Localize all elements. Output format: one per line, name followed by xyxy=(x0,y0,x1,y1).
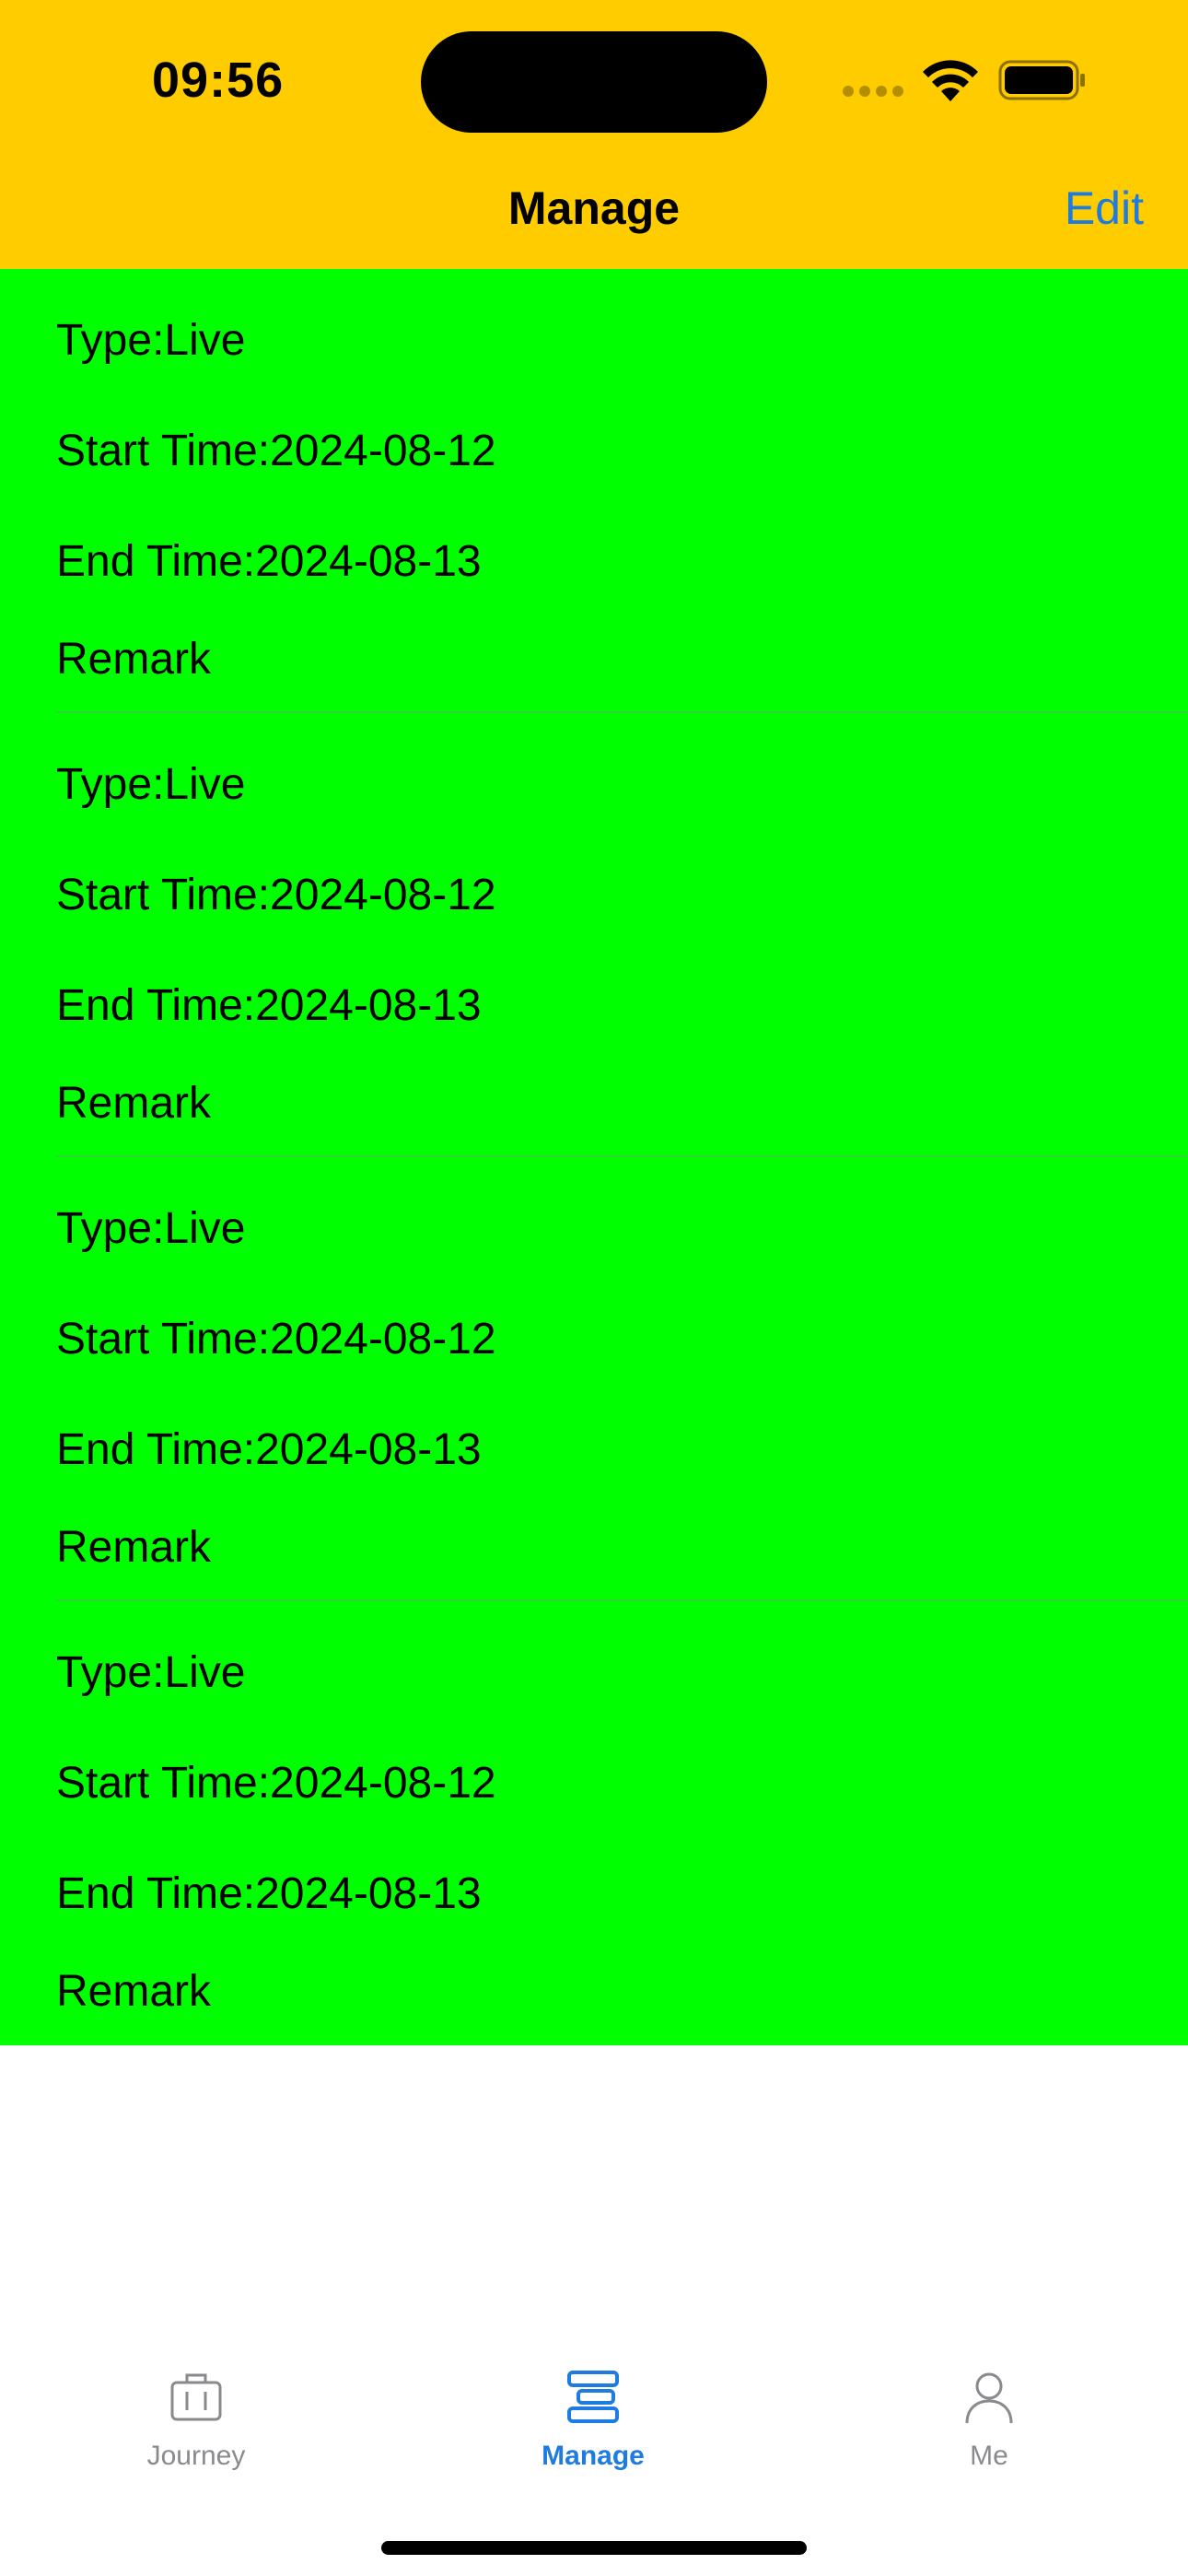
tab-bar: Journey Manage Me xyxy=(0,2331,1188,2576)
item-remark: Remark xyxy=(56,1523,212,1572)
tab-label-journey: Journey xyxy=(146,2441,246,2471)
item-type: Type:Live xyxy=(56,316,246,365)
battery-icon xyxy=(998,60,1085,100)
list-item[interactable]: Type:Live Start Time:2024-08-12 End Time… xyxy=(0,1157,1188,1601)
item-remark: Remark xyxy=(56,1967,212,2016)
item-remark: Remark xyxy=(56,1079,212,1128)
item-start-time: Start Time:2024-08-12 xyxy=(56,1759,496,1808)
list-item[interactable]: Type:Live Start Time:2024-08-12 End Time… xyxy=(0,1601,1188,2045)
tab-label-manage: Manage xyxy=(542,2441,645,2471)
item-type: Type:Live xyxy=(56,760,246,809)
item-end-time: End Time:2024-08-13 xyxy=(56,1869,482,1918)
tab-manage[interactable]: Manage xyxy=(455,2368,731,2506)
person-icon xyxy=(965,2372,1013,2424)
cellular-signal-icon xyxy=(843,86,903,97)
home-indicator[interactable] xyxy=(381,2541,807,2555)
suitcase-icon xyxy=(170,2373,222,2421)
item-start-time: Start Time:2024-08-12 xyxy=(56,871,496,919)
item-type: Type:Live xyxy=(56,1204,246,1253)
list-item[interactable]: Type:Live Start Time:2024-08-12 End Time… xyxy=(0,269,1188,713)
page-title: Manage xyxy=(507,182,681,234)
item-end-time: End Time:2024-08-13 xyxy=(56,537,482,586)
item-start-time: Start Time:2024-08-12 xyxy=(56,427,496,475)
item-remark: Remark xyxy=(56,635,212,684)
item-end-time: End Time:2024-08-13 xyxy=(56,981,482,1030)
dynamic-island xyxy=(421,31,767,133)
list-item[interactable]: Type:Live Start Time:2024-08-12 End Time… xyxy=(0,713,1188,1157)
manage-icon xyxy=(567,2371,619,2423)
item-type: Type:Live xyxy=(56,1648,246,1697)
tab-label-me: Me xyxy=(970,2441,1008,2471)
journey-list: Type:Live Start Time:2024-08-12 End Time… xyxy=(0,269,1188,2045)
tab-me[interactable]: Me xyxy=(851,2368,1127,2506)
item-start-time: Start Time:2024-08-12 xyxy=(56,1315,496,1364)
status-time: 09:56 xyxy=(152,53,285,108)
tab-journey[interactable]: Journey xyxy=(58,2368,334,2506)
wifi-icon xyxy=(923,60,978,101)
edit-button[interactable]: Edit xyxy=(1065,181,1144,236)
header: 09:56 Manage Edit xyxy=(0,0,1188,269)
item-end-time: End Time:2024-08-13 xyxy=(56,1425,482,1474)
